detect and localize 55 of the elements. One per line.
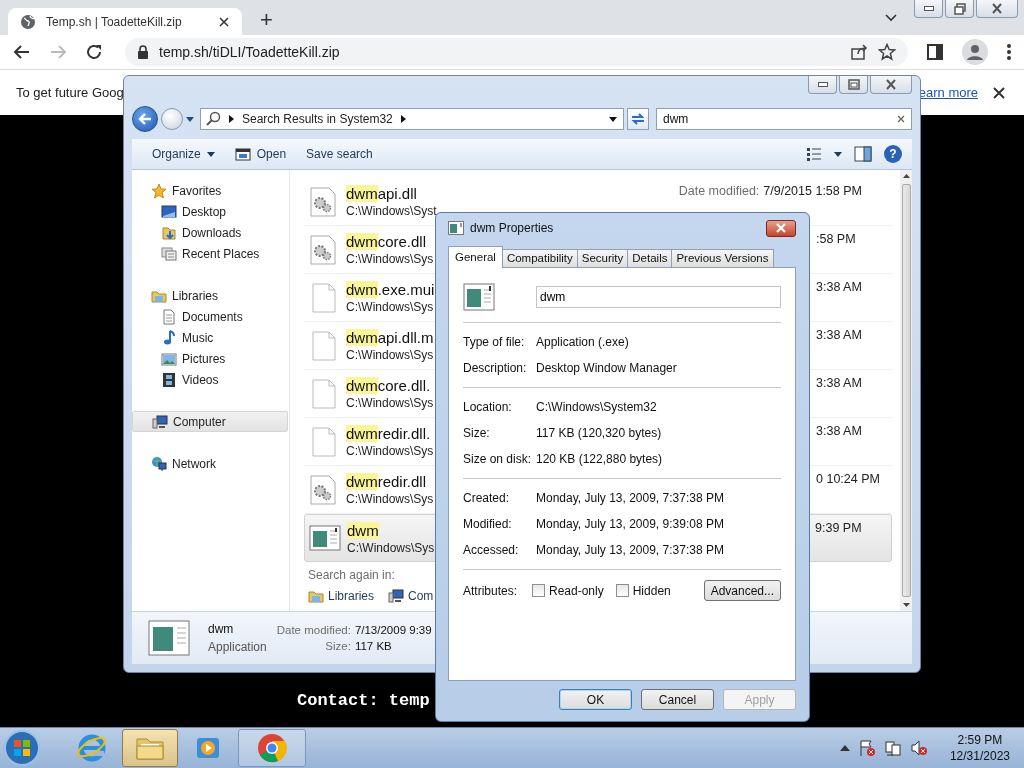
info-text: To get future Goog	[16, 85, 124, 100]
property-label: Attributes:	[463, 583, 519, 598]
date-value: 3:38 AM	[816, 328, 862, 342]
property-label: Accessed:	[463, 543, 520, 557]
property-label: Description:	[463, 361, 528, 375]
field-value: 7/13/2009 9:39	[354, 624, 432, 636]
file-name: dwm.exe.mui	[346, 281, 435, 298]
checkbox-label: Hidden	[632, 583, 671, 598]
field-value: 117 KB	[354, 640, 393, 652]
file-path: C:\Windows\Sys	[347, 540, 435, 555]
file-type: Application	[208, 640, 267, 654]
property-value: Application (.exe)	[536, 335, 630, 349]
file-path: C:\Windows\Sys	[346, 396, 434, 410]
property-value: Monday, July 13, 2009, 7:37:38 PM	[536, 543, 725, 557]
contact-text: Contact: temp	[297, 691, 430, 710]
property-value: 120 KB (122,880 bytes)	[536, 452, 664, 466]
property-label: Type of file:	[463, 335, 526, 349]
file-name: dwmredir.dll	[346, 473, 428, 490]
search-again-label: Search again in:	[308, 568, 396, 582]
file-path: C:\Windows\Sys	[346, 492, 434, 506]
tab-title: Temp.sh | ToadetteKill.zip	[46, 14, 183, 29]
property-value: 117 KB (120,320 bytes)	[536, 426, 663, 440]
date-value: 3:38 AM	[816, 424, 862, 438]
file-name: dwm	[208, 622, 235, 636]
date-value: 7/9/2015 1:58 PM	[763, 184, 862, 198]
date-value: 3:38 AM	[816, 280, 862, 294]
file-name: dwmcore.dll.	[346, 377, 432, 394]
property-value: Monday, July 13, 2009, 9:39:08 PM	[536, 517, 725, 531]
date-value: 3:38 AM	[816, 376, 862, 390]
field-label: Size:	[324, 640, 351, 652]
property-label: Size on disk:	[463, 452, 533, 466]
file-path: C:\Windows\Sys	[346, 252, 434, 266]
date-value: 0 10:24 PM	[816, 472, 880, 486]
file-name: dwmapi.dll	[346, 185, 418, 202]
file-name: dwm	[347, 521, 380, 539]
file-name: dwmredir.dll.	[346, 425, 432, 442]
date-value: 9:39 PM	[815, 521, 862, 535]
file-path: C:\Windows\Syst	[346, 204, 437, 218]
property-value: Desktop Window Manager	[536, 361, 678, 375]
property-label: Size:	[463, 426, 491, 440]
file-name: dwmcore.dll	[346, 233, 428, 250]
date-label: Date modified:	[678, 184, 760, 198]
property-label: Location:	[463, 400, 513, 414]
property-value: C:\Windows\System32	[536, 400, 658, 414]
property-value: Monday, July 13, 2009, 7:37:38 PM	[536, 491, 725, 505]
checkbox-label: Read-only	[549, 583, 604, 598]
file-path: C:\Windows\Sys	[346, 444, 434, 458]
file-path: C:\Windows\Sys	[346, 348, 434, 362]
file-name: dwmapi.dll.m	[346, 329, 434, 346]
property-label: Created:	[463, 491, 511, 505]
file-path: C:\Windows\Sys	[346, 300, 435, 314]
dialog-button: Apply	[723, 689, 796, 710]
property-label: Modified:	[463, 517, 513, 531]
date-value: :58 PM	[816, 232, 856, 246]
field-label: Date modified:	[276, 624, 351, 636]
